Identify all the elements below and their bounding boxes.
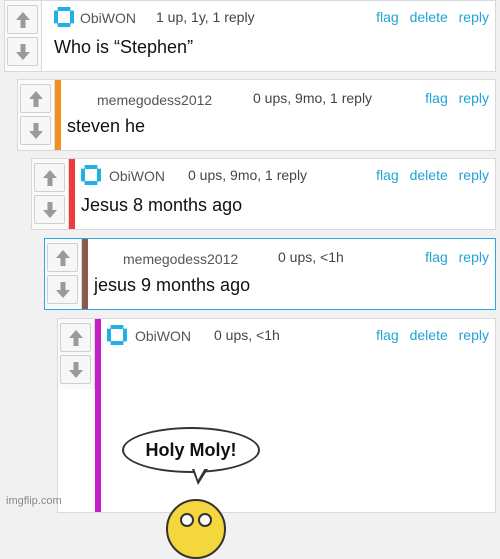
thread-stripe	[95, 319, 101, 512]
vote-panel	[45, 239, 82, 309]
emoji-face	[166, 499, 226, 559]
user-avatar-icon[interactable]	[54, 7, 74, 27]
delete-link[interactable]: delete	[410, 167, 448, 183]
upvote-button[interactable]	[34, 163, 65, 192]
downvote-button[interactable]	[7, 37, 38, 66]
upvote-button[interactable]	[47, 243, 78, 272]
arrow-up-icon	[55, 249, 70, 266]
watermark: imgflip.com	[6, 495, 62, 507]
arrow-down-icon	[42, 201, 57, 218]
flag-link[interactable]: flag	[425, 90, 448, 106]
downvote-button[interactable]	[20, 116, 51, 145]
vote-panel	[5, 1, 42, 71]
thread-stripe	[82, 239, 88, 309]
delete-link[interactable]: delete	[410, 327, 448, 343]
speech-bubble: Holy Moly!	[122, 427, 260, 473]
arrow-up-icon	[42, 169, 57, 186]
vote-panel	[32, 159, 69, 229]
reply-link[interactable]: reply	[459, 90, 489, 106]
thread-stripe	[69, 159, 75, 229]
comment-meta: 0 ups, 9mo, 1 reply	[188, 167, 308, 183]
speech-bubble-text: Holy Moly!	[145, 439, 237, 460]
arrow-up-icon	[28, 90, 43, 107]
flag-link[interactable]: flag	[376, 9, 399, 25]
comment: memegodess2012 0 ups, 9mo, 1 reply flag …	[17, 79, 496, 151]
comment-text: steven he	[67, 116, 146, 136]
user-avatar-icon[interactable]	[81, 165, 101, 185]
speech-bubble-tail-fill	[194, 468, 205, 480]
comment-text: Who is “Stephen”	[54, 37, 194, 57]
thread-stripe	[55, 80, 61, 150]
arrow-down-icon	[15, 43, 30, 60]
comment-image[interactable]: Holy Moly!	[122, 427, 262, 559]
downvote-button[interactable]	[60, 355, 91, 384]
upvote-button[interactable]	[7, 5, 38, 34]
comment-meta: 0 ups, <1h	[278, 249, 344, 265]
arrow-down-icon	[55, 281, 70, 298]
comment-username[interactable]: memegodess2012	[97, 92, 212, 108]
comment-text: jesus 9 months ago	[94, 275, 251, 295]
emoji-eye	[180, 513, 194, 527]
arrow-down-icon	[68, 361, 83, 378]
flag-link[interactable]: flag	[376, 327, 399, 343]
vote-panel	[18, 80, 55, 150]
comment-meta: 0 ups, <1h	[214, 327, 280, 343]
comment: ObiWON 0 ups, <1h flag delete reply Holy…	[57, 318, 496, 559]
upvote-button[interactable]	[20, 84, 51, 113]
downvote-button[interactable]	[34, 195, 65, 224]
reply-link[interactable]: reply	[459, 249, 489, 265]
reply-link[interactable]: reply	[459, 327, 489, 343]
delete-link[interactable]: delete	[410, 9, 448, 25]
reply-link[interactable]: reply	[459, 167, 489, 183]
vote-panel	[58, 319, 95, 389]
comment-highlighted: memegodess2012 0 ups, <1h flag reply jes…	[44, 238, 496, 310]
flag-link[interactable]: flag	[376, 167, 399, 183]
upvote-button[interactable]	[60, 323, 91, 352]
user-avatar-icon[interactable]	[107, 325, 127, 345]
comment-text: Jesus 8 months ago	[81, 195, 243, 215]
comment-meta: 0 ups, 9mo, 1 reply	[253, 90, 373, 106]
comment-username[interactable]: ObiWON	[135, 328, 191, 344]
comment-username[interactable]: ObiWON	[109, 168, 165, 184]
arrow-up-icon	[15, 11, 30, 28]
comment-username[interactable]: memegodess2012	[123, 251, 238, 267]
comment-meta: 1 up, 1y, 1 reply	[156, 9, 255, 25]
emoji-eye	[198, 513, 212, 527]
reply-link[interactable]: reply	[459, 9, 489, 25]
comment: ObiWON 0 ups, 9mo, 1 reply flag delete r…	[31, 158, 496, 230]
arrow-up-icon	[68, 329, 83, 346]
arrow-down-icon	[28, 122, 43, 139]
comment-username[interactable]: ObiWON	[80, 10, 136, 26]
comment: ObiWON 1 up, 1y, 1 reply flag delete rep…	[4, 0, 496, 72]
downvote-button[interactable]	[47, 275, 78, 304]
flag-link[interactable]: flag	[425, 249, 448, 265]
